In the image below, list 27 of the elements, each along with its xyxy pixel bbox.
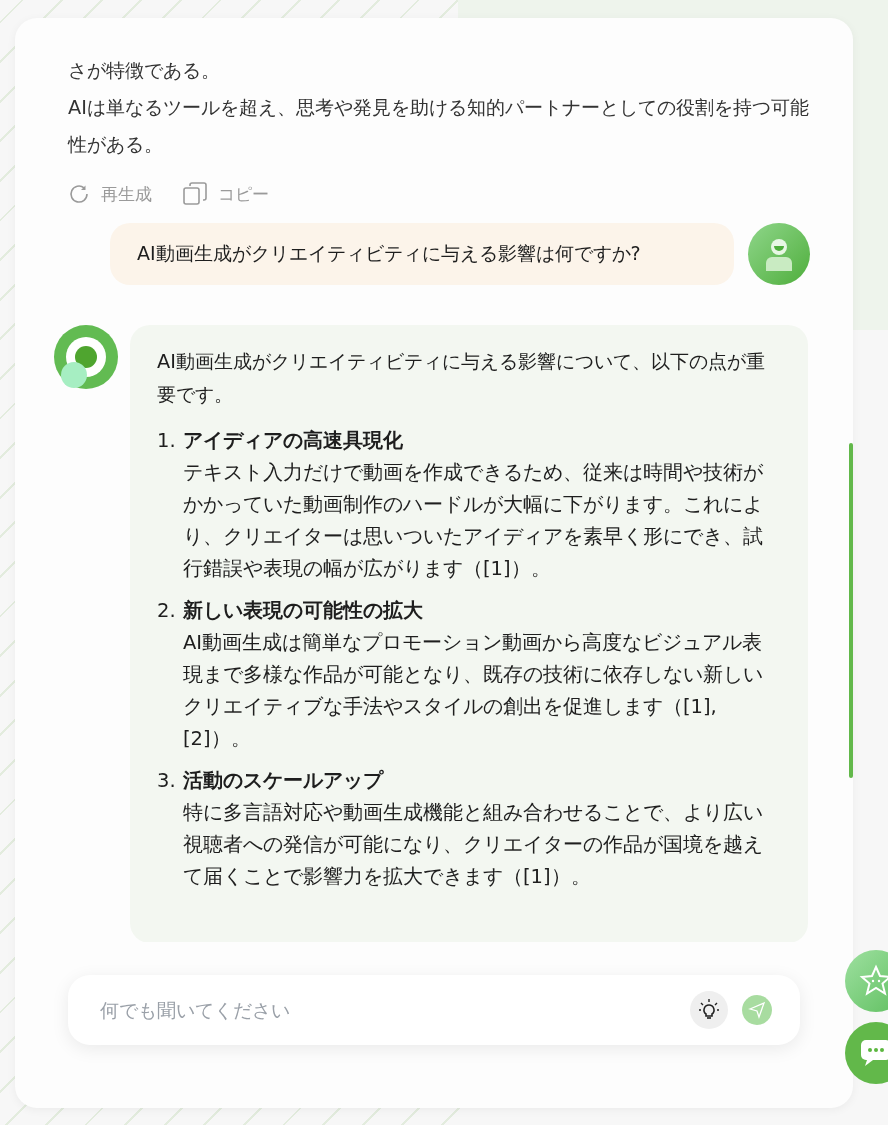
item-text: テキスト入力だけで動画を作成できるため、従来は時間や技術がかかっていた動画制作のハードルが大幅に下がります。これにより、クリエイターは思いついたアイディアを素早く形にでき、試行錯誤や表現の幅が広がります（[1]）。 xyxy=(183,460,764,582)
refresh-icon xyxy=(67,182,91,206)
list-number: 2. xyxy=(157,598,177,624)
copy-icon xyxy=(182,181,208,207)
send-icon xyxy=(748,1001,766,1019)
item-title: 活動のスケールアップ xyxy=(183,768,385,794)
chat-bubble-icon xyxy=(859,1038,888,1068)
item-title: アイディアの高速具現化 xyxy=(183,428,404,454)
item-text: AI動画生成は簡単なプロモーション動画から高度なビジュアル表現まで多様な作品が可能となり、既存の技術に依存しない新しいクリエイティブな手法やスタイルの創出を促進します（[1], [2]）。 xyxy=(183,630,764,752)
scrollbar[interactable] xyxy=(849,443,853,778)
message-text: さが特徴である。 xyxy=(68,58,221,84)
list-number: 1. xyxy=(157,428,177,454)
message-text: AIは単なるツールを超え、思考や発見を助ける知的パートナーとしての役割を持つ可能性がある。 xyxy=(68,95,810,158)
idea-button[interactable] xyxy=(690,991,728,1029)
user-message: AI動画生成がクリエイティビティに与える影響は何ですか? xyxy=(110,223,734,285)
item-title: 新しい表現の可能性の拡大 xyxy=(183,598,424,624)
copy-button[interactable]: コピー xyxy=(182,181,269,207)
item-text: 特に多言語対応や動画生成機能と組み合わせることで、より広い視聴者への発信が可能になり、クリエイターの作品が国境を越えて届くことで影響力を拡大できます（[1]）。 xyxy=(183,800,764,890)
lightbulb-icon xyxy=(697,998,721,1022)
list-number: 3. xyxy=(157,768,177,794)
answer-intro: AI動画生成がクリエイティビティに与える影響について、以下の点が重要です。 xyxy=(157,349,766,408)
star-icon xyxy=(859,964,888,998)
user-avatar-icon xyxy=(748,223,810,285)
regenerate-button[interactable]: 再生成 xyxy=(67,181,152,207)
send-button[interactable] xyxy=(742,995,772,1025)
message-input[interactable]: 何でも聞いてください xyxy=(98,998,676,1022)
assistant-avatar-icon xyxy=(54,325,118,389)
